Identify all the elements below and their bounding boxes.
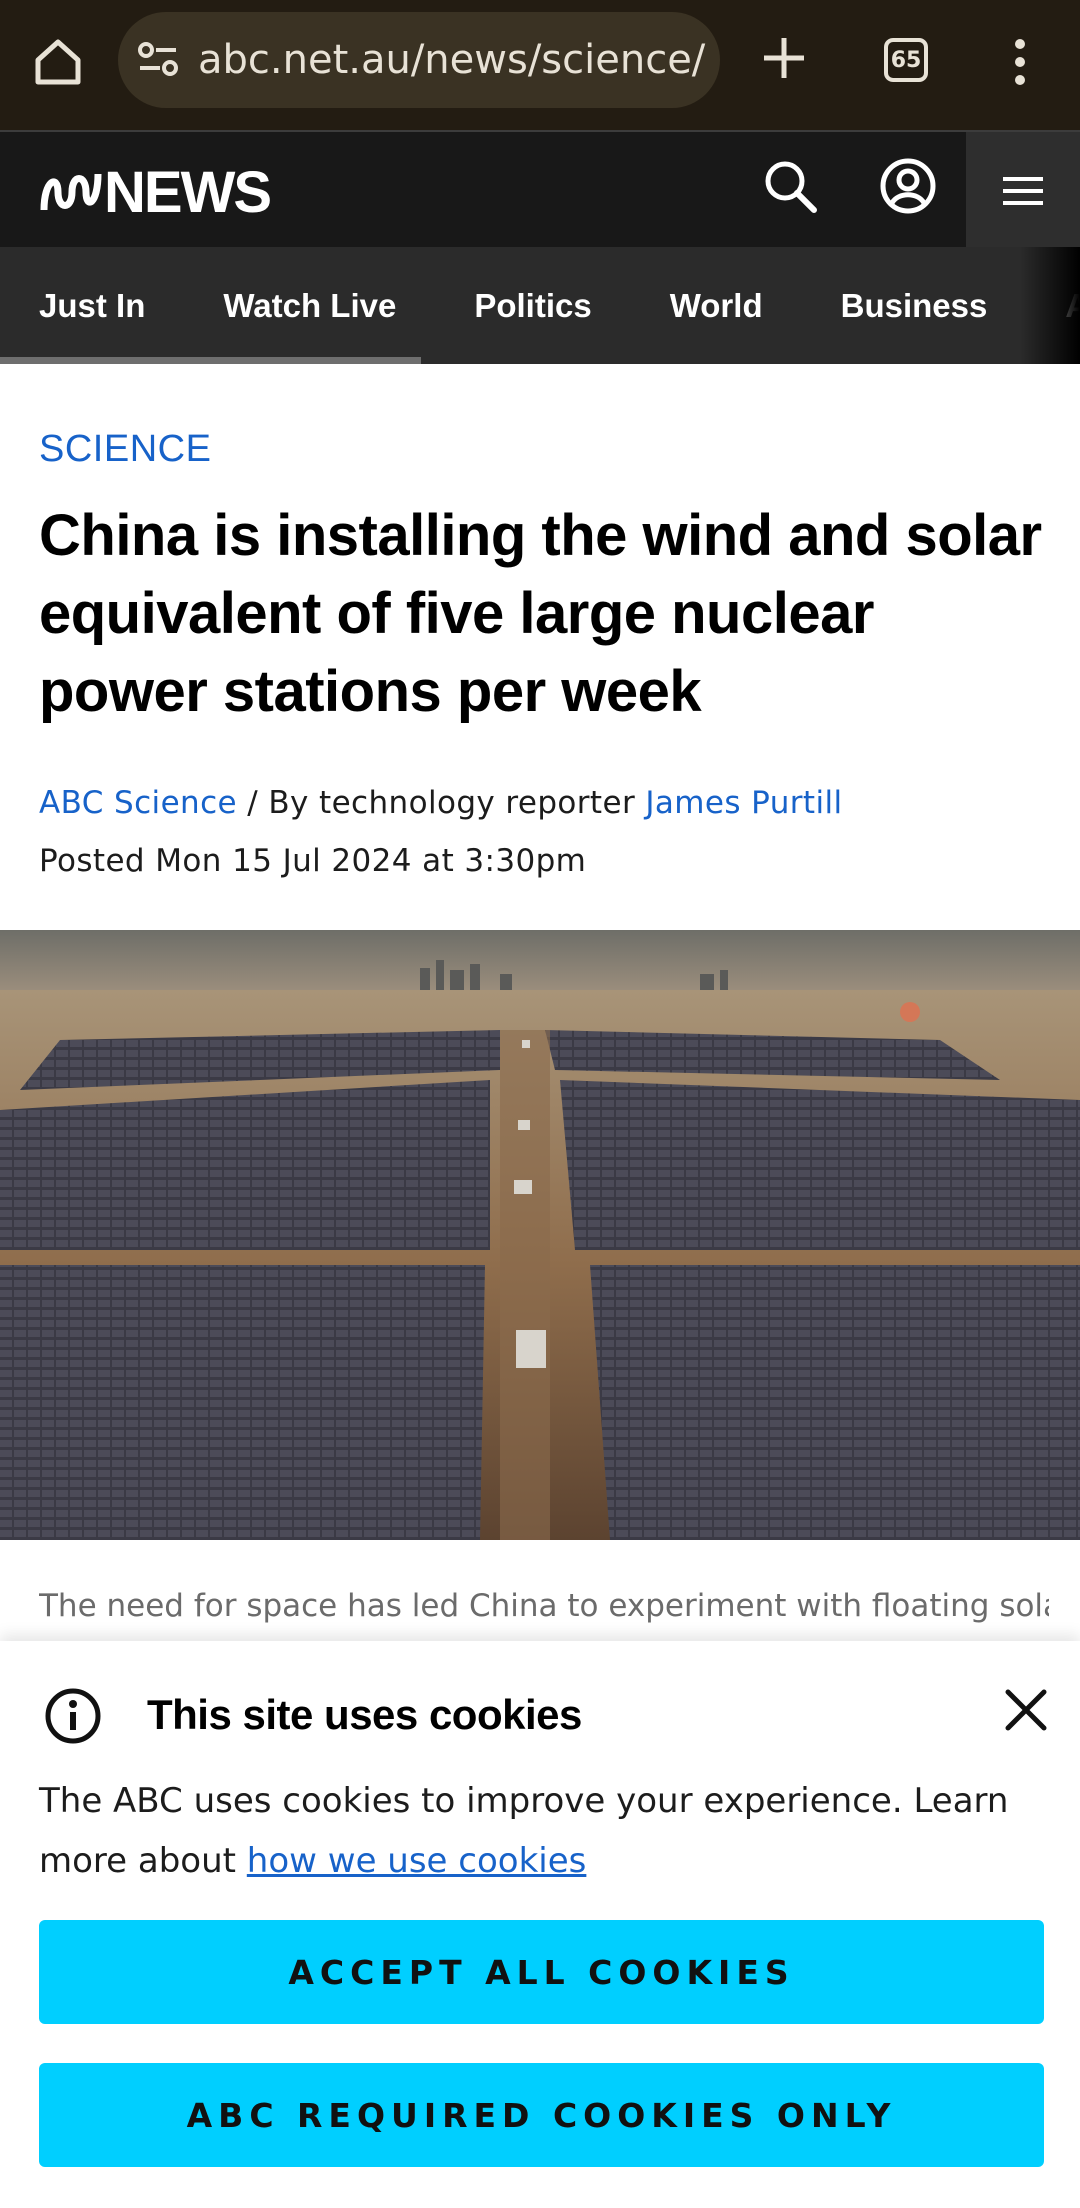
- article-headline: China is installing the wind and solar e…: [39, 503, 1042, 724]
- cookie-banner: This site uses cookies The ABC uses cook…: [0, 1641, 1080, 2208]
- menu-button[interactable]: [966, 132, 1080, 249]
- browser-toolbar: abc.net.au/news/science/2 65: [0, 0, 1080, 130]
- nav-item-business[interactable]: Business: [802, 287, 1027, 325]
- nav-item-politics[interactable]: Politics: [435, 287, 630, 325]
- home-icon[interactable]: [30, 34, 86, 90]
- new-tab-icon[interactable]: [756, 30, 812, 86]
- abc-logo-icon: [40, 173, 102, 211]
- nav-scroll-indicator: [0, 357, 1080, 364]
- address-bar[interactable]: abc.net.au/news/science/2: [118, 12, 720, 108]
- info-icon: [45, 1688, 101, 1744]
- article-hero-image[interactable]: [0, 930, 1080, 1540]
- url-text[interactable]: abc.net.au/news/science/2: [198, 37, 708, 83]
- tab-switcher-button[interactable]: 65: [884, 38, 928, 82]
- nav-item-world[interactable]: World: [631, 287, 802, 325]
- site-header: NEWS: [0, 130, 1080, 249]
- article-section-label[interactable]: SCIENCE: [39, 428, 211, 471]
- cookie-policy-link[interactable]: how we use cookies: [247, 1841, 587, 1881]
- cookie-banner-text: The ABC uses cookies to improve your exp…: [39, 1771, 1039, 1891]
- abc-news-logo[interactable]: NEWS: [40, 160, 272, 225]
- article-byline: ABC Science / By technology reporter Jam…: [39, 785, 843, 821]
- nav-fade: [1020, 247, 1080, 364]
- nav-item-just-in[interactable]: Just In: [0, 287, 184, 325]
- required-cookies-only-button[interactable]: ABC REQUIRED COOKIES ONLY: [39, 2063, 1044, 2167]
- accept-all-cookies-button[interactable]: ACCEPT ALL COOKIES: [39, 1920, 1044, 2024]
- byline-author-link[interactable]: James Purtill: [645, 785, 842, 821]
- hamburger-icon: [1003, 176, 1043, 205]
- cookie-banner-title: This site uses cookies: [147, 1691, 582, 1738]
- image-caption: The need for space has led China to expe…: [39, 1588, 1049, 1624]
- account-icon[interactable]: [878, 156, 938, 216]
- site-settings-icon[interactable]: [134, 36, 182, 84]
- nav-scroll-indicator-fill: [0, 357, 422, 364]
- search-icon[interactable]: [760, 156, 820, 216]
- nav-item-watch-live[interactable]: Watch Live: [184, 287, 435, 325]
- logo-text: NEWS: [104, 159, 272, 225]
- article-posted-date: Posted Mon 15 Jul 2024 at 3:30pm: [39, 843, 587, 879]
- more-options-icon[interactable]: [1008, 34, 1032, 90]
- byline-text: / By technology reporter: [237, 785, 646, 821]
- byline-source-link[interactable]: ABC Science: [39, 785, 237, 821]
- close-icon[interactable]: [1003, 1687, 1049, 1733]
- section-nav: Just In Watch Live Politics World Busine…: [0, 247, 1080, 364]
- solar-farm-illustration: [0, 930, 1080, 1540]
